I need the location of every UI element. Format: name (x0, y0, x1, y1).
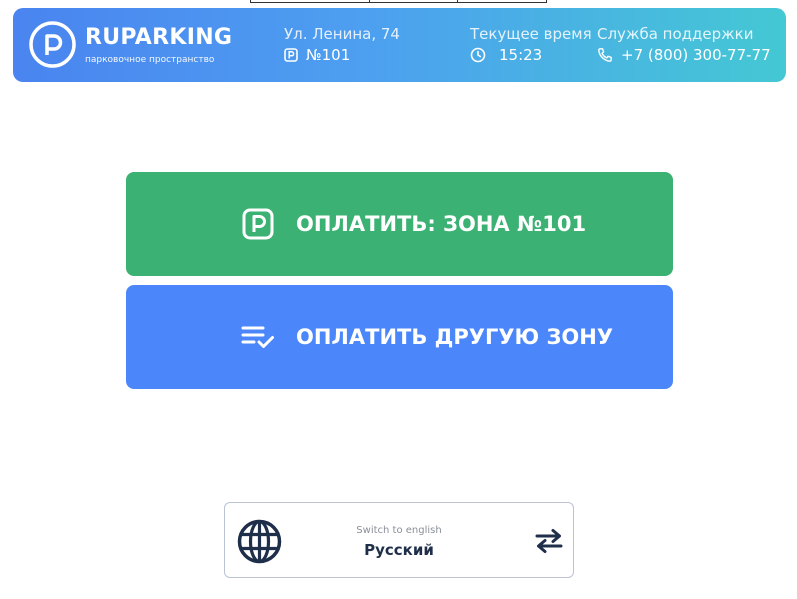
pay-other-zone-label: ОПЛАТИТЬ ДРУГУЮ ЗОНУ (296, 325, 614, 349)
zone-number: №101 (284, 45, 400, 65)
address-text: Ул. Ленина, 74 (284, 25, 400, 43)
support-label: Служба поддержки (597, 25, 754, 43)
header-bar: RUPARKING парковочное пространство Ул. Л… (13, 8, 786, 82)
top-tab-strip (250, 0, 547, 3)
phone-icon (598, 48, 612, 62)
time-block: Текущее время 15:23 (470, 24, 592, 65)
location-block: Ул. Ленина, 74 №101 (284, 24, 400, 65)
support-phone[interactable]: +7 (800) 300-77-77 (621, 45, 771, 65)
support-phone-row[interactable]: +7 (800) 300-77-77 (597, 45, 771, 65)
brand-name: RUPARKING (85, 25, 233, 50)
pay-current-zone-button[interactable]: ОПЛАТИТЬ: ЗОНА №101 (126, 172, 673, 276)
zone-label: №101 (306, 46, 351, 64)
clock-icon (470, 47, 486, 63)
pay-current-zone-label: ОПЛАТИТЬ: ЗОНА №101 (296, 212, 587, 236)
parking-square-icon (242, 208, 274, 240)
time-value-row: 15:23 (470, 45, 592, 65)
language-switch-button[interactable]: Switch to english Русский (224, 502, 574, 578)
list-check-icon (241, 326, 274, 348)
brand-tagline: парковочное пространство (85, 55, 215, 65)
current-language: Русский (364, 541, 434, 559)
parking-logo-icon (29, 21, 76, 68)
pay-other-zone-button[interactable]: ОПЛАТИТЬ ДРУГУЮ ЗОНУ (126, 285, 673, 389)
language-hint: Switch to english (356, 525, 442, 536)
parking-icon (284, 48, 298, 62)
swap-arrows-icon (535, 529, 563, 553)
time-label: Текущее время (470, 25, 592, 43)
time-value: 15:23 (499, 46, 543, 64)
support-block: Служба поддержки +7 (800) 300-77-77 (597, 24, 771, 65)
